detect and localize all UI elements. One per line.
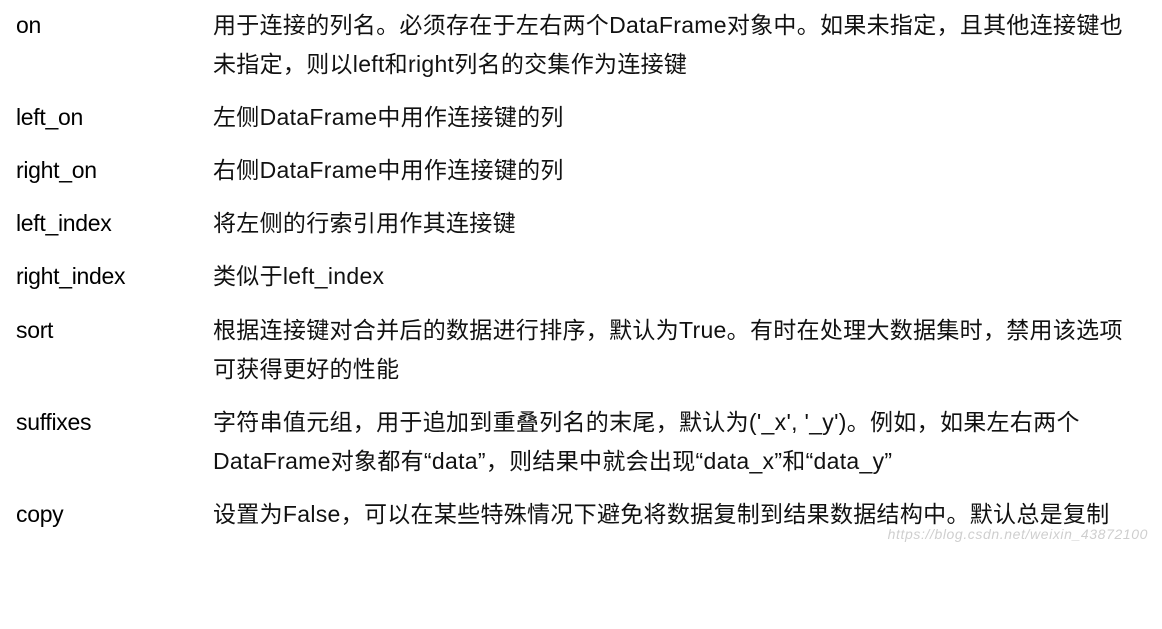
param-description: 右侧DataFrame中用作连接键的列 <box>213 151 1146 190</box>
param-name: right_index <box>16 257 201 296</box>
param-description: 将左侧的行索引用作其连接键 <box>213 204 1146 243</box>
watermark-text: https://blog.csdn.net/weixin_43872100 <box>888 523 1148 546</box>
param-name: sort <box>16 311 201 389</box>
param-description: 根据连接键对合并后的数据进行排序，默认为True。有时在处理大数据集时，禁用该选… <box>213 311 1146 389</box>
param-description: 左侧DataFrame中用作连接键的列 <box>213 98 1146 137</box>
param-name: right_on <box>16 151 201 190</box>
param-description: 字符串值元组，用于追加到重叠列名的末尾，默认为('_x', '_y')。例如，如… <box>213 403 1146 481</box>
param-description: 类似于left_index <box>213 257 1146 296</box>
param-name: on <box>16 6 201 84</box>
param-name: left_on <box>16 98 201 137</box>
param-name: left_index <box>16 204 201 243</box>
param-description: 用于连接的列名。必须存在于左右两个DataFrame对象中。如果未指定，且其他连… <box>213 6 1146 84</box>
param-name: suffixes <box>16 403 201 481</box>
parameter-table: on 用于连接的列名。必须存在于左右两个DataFrame对象中。如果未指定，且… <box>16 6 1146 534</box>
param-name: copy <box>16 495 201 534</box>
